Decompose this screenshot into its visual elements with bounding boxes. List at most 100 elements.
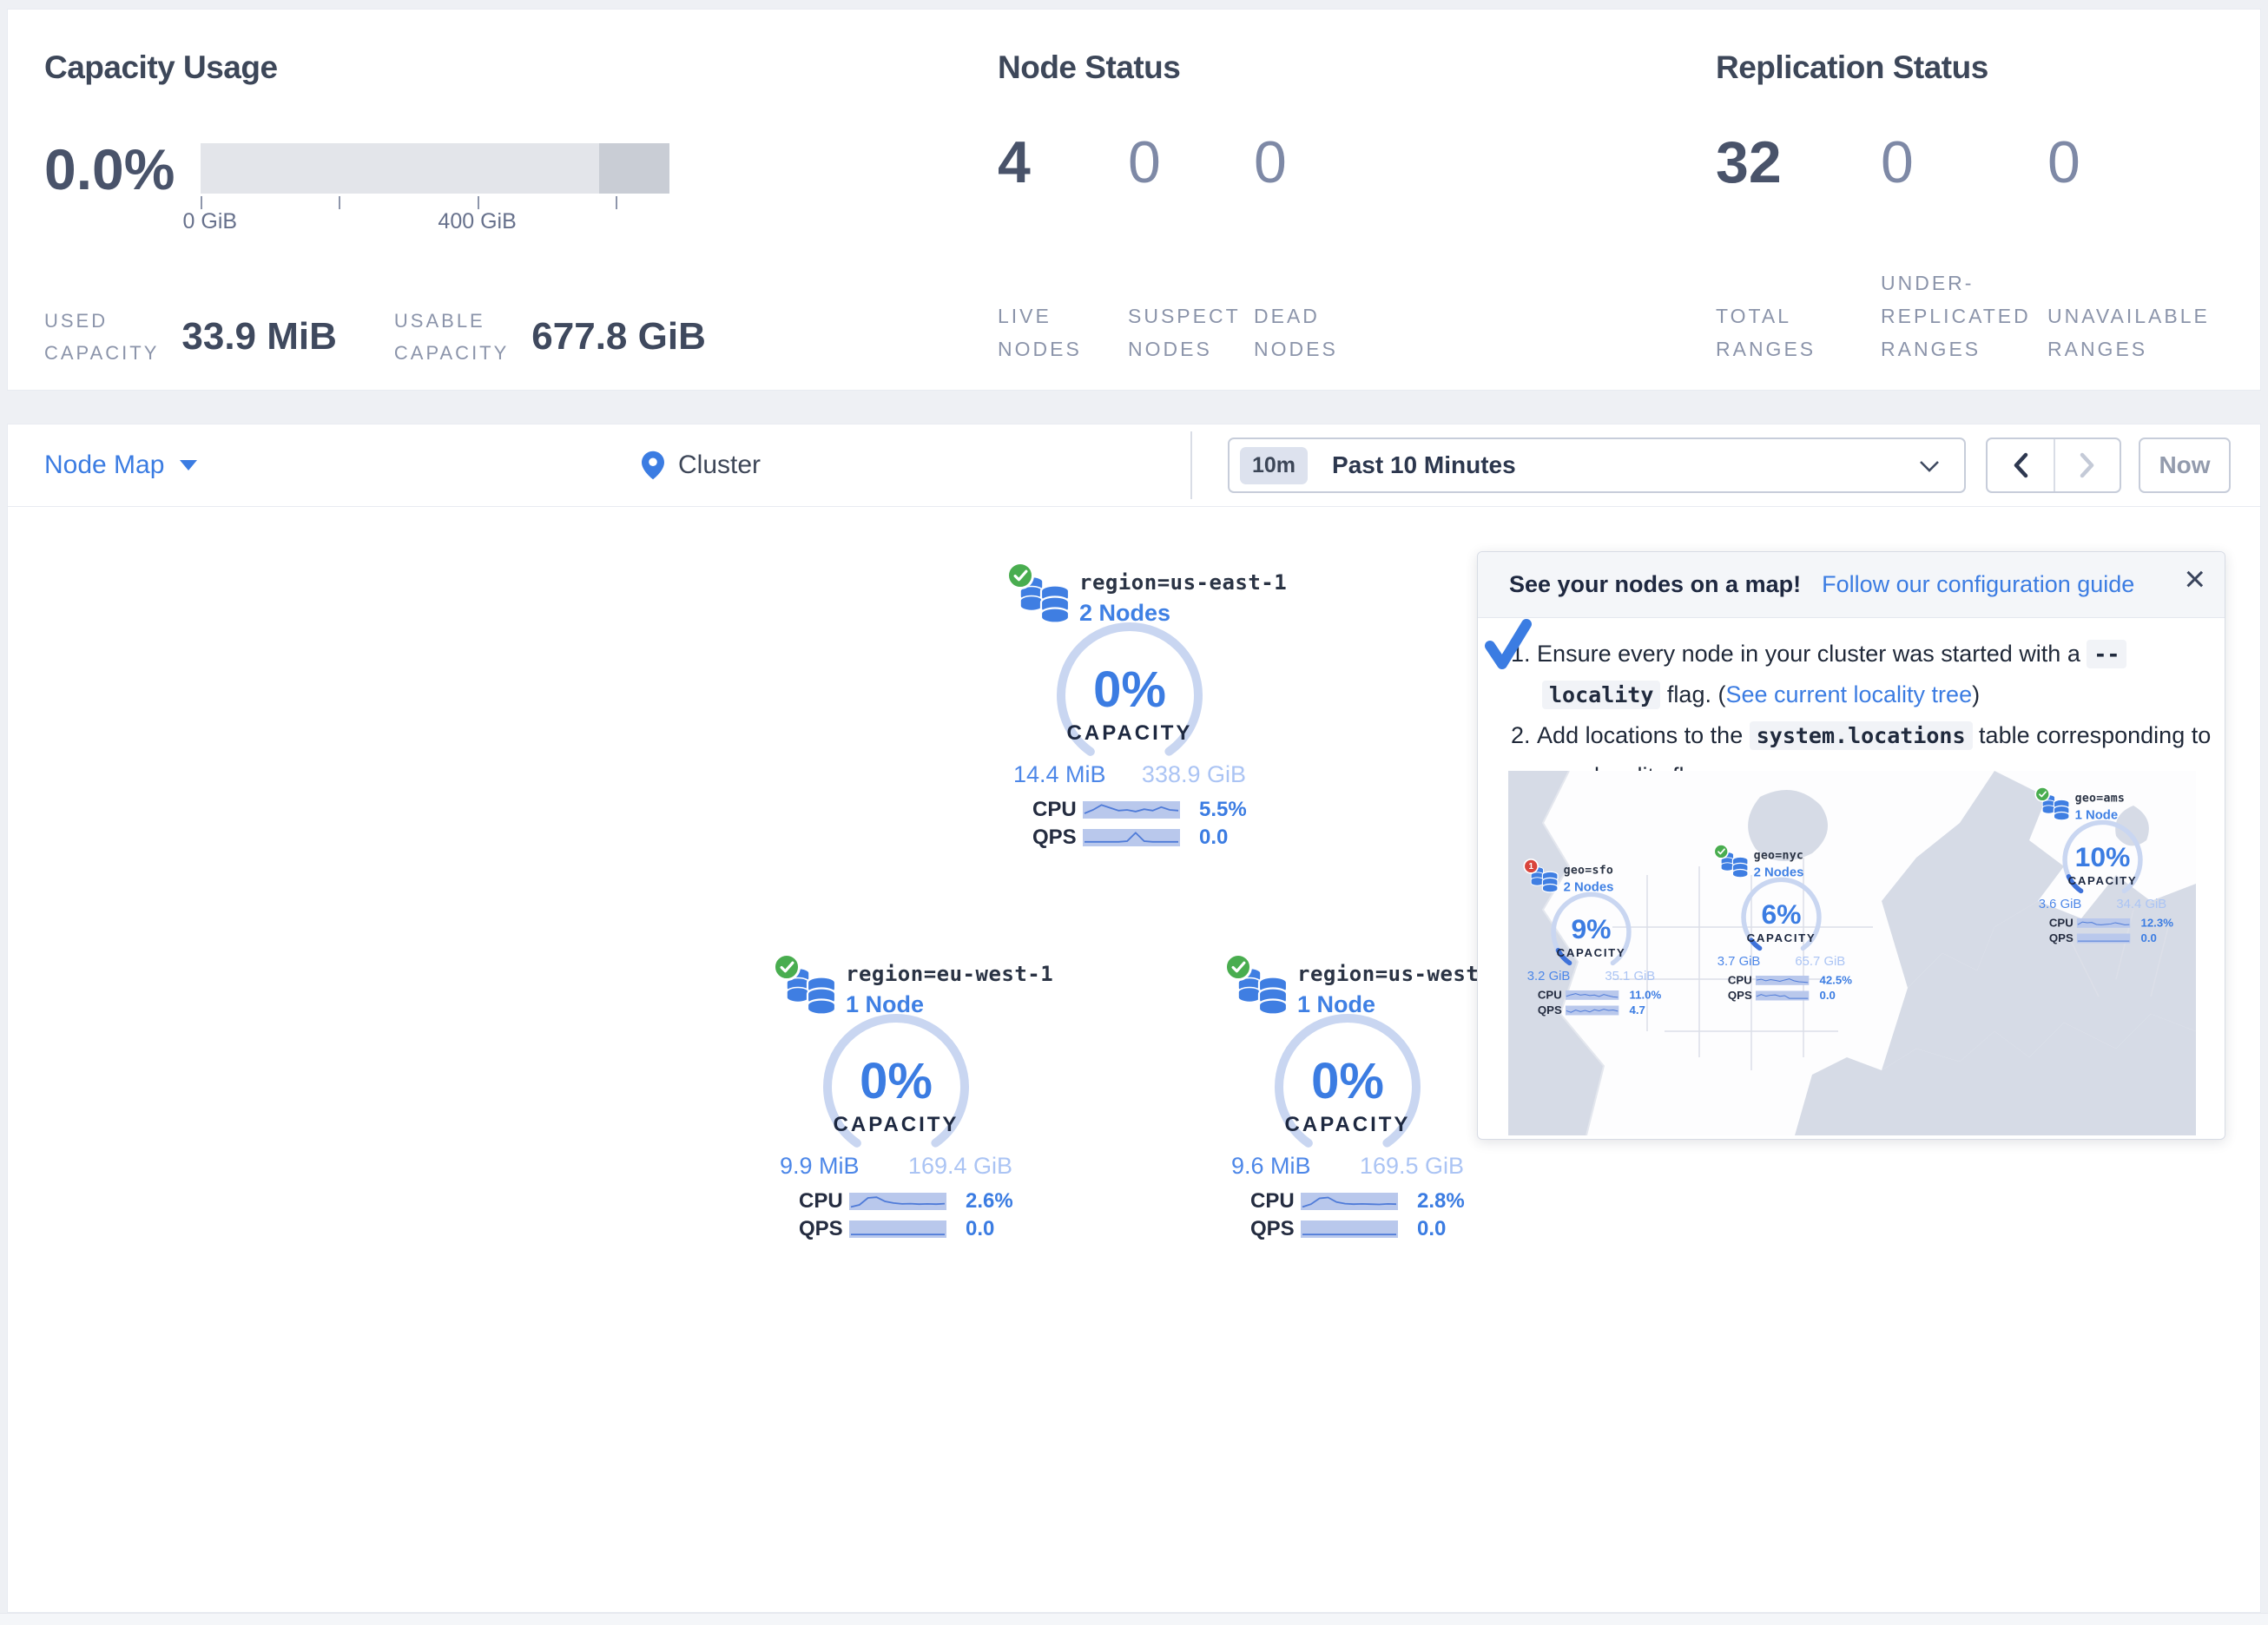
close-icon[interactable]: ×	[2184, 561, 2205, 597]
qps-label: QPS	[1538, 1003, 1566, 1016]
view-toolbar: Node Map Cluster 10m Past 10 Minutes	[7, 424, 2261, 507]
cpu-sparkline	[1301, 1193, 1398, 1210]
usable-capacity-value: 677.8 GiB	[531, 315, 706, 359]
healthy-check-badge	[773, 953, 801, 981]
chevron-left-icon	[2012, 452, 2029, 478]
healthy-check-badge	[2034, 786, 2050, 802]
map-preview: 1 geo=sfo 2 Nodes	[1508, 771, 2196, 1135]
capacity-tick-400: 400 GiB	[438, 209, 516, 234]
cpu-label: CPU	[1538, 989, 1566, 1002]
suspect-nodes-stat: 0 SUSPECTNODES	[1128, 49, 1254, 372]
qps-value: 0.0	[966, 1217, 994, 1241]
total-ranges-stat: 32 TOTALRANGES	[1716, 49, 1881, 372]
popup-header: See your nodes on a map! Follow our conf…	[1478, 552, 2225, 618]
qps-sparkline	[1756, 991, 1810, 1001]
mini-node-group-nyc[interactable]: geo=nyc 2 Nodes 6% CAPACITY 3.7 GiB 65.7…	[1710, 843, 1853, 1005]
used-capacity-value: 33.9 MiB	[181, 315, 337, 359]
region-name: geo=ams	[2075, 792, 2126, 805]
dead-nodes-stat: 0 DEADNODES	[1254, 49, 1393, 372]
healthy-check-badge	[1713, 844, 1729, 859]
capacity-bar-other-segment	[599, 143, 669, 194]
qps-sparkline	[2077, 934, 2131, 944]
footer-strip	[0, 1613, 2268, 1625]
capacity-bar-ticks	[201, 194, 669, 209]
gauge-capacity-label: CAPACITY	[1520, 946, 1663, 959]
view-mode-dropdown[interactable]: Node Map	[44, 424, 197, 506]
total-ranges-value: 32	[1716, 133, 1782, 192]
node-map-setup-popup: See your nodes on a map! Follow our conf…	[1477, 551, 2225, 1140]
live-nodes-value: 4	[998, 133, 1031, 192]
time-range-dropdown[interactable]: 10m Past 10 Minutes	[1228, 438, 1966, 493]
unavailable-ranges-value: 0	[2047, 133, 2080, 192]
next-range-button[interactable]	[2054, 439, 2120, 491]
capacity-usage-section: Capacity Usage 0.0% 0 GiB 400 Gi	[44, 49, 722, 372]
configuration-guide-link[interactable]: Follow our configuration guide	[1822, 571, 2134, 598]
gauge-percent: 0%	[1217, 1052, 1478, 1110]
cpu-sparkline	[1083, 801, 1180, 819]
warning-count-badge: 1	[1523, 859, 1539, 874]
cluster-overview-page: Capacity Usage 0.0% 0 GiB 400 Gi	[0, 0, 2268, 1625]
toolbar-divider	[1190, 431, 1192, 499]
locality-tree-link[interactable]: See current locality tree	[1725, 681, 1972, 707]
capacity-bar-track	[201, 143, 669, 194]
code-locality-flag-2: locality	[1542, 681, 1660, 709]
cpu-value: 42.5%	[1820, 974, 1852, 987]
qps-label: QPS	[799, 1217, 849, 1241]
region-used-capacity: 3.7 GiB	[1717, 954, 1761, 969]
replication-status-section: Replication Status 32 TOTALRANGES 0 UNDE…	[1716, 49, 2254, 372]
cpu-sparkline	[849, 1193, 946, 1210]
node-group-us-west-1[interactable]: region=us-west-1 1 Node 0% CAPACITY 9.6 …	[1217, 951, 1478, 1247]
gauge-capacity-label: CAPACITY	[2031, 874, 2174, 887]
region-total-capacity: 35.1 GiB	[1605, 969, 1655, 984]
mini-node-group-ams[interactable]: geo=ams 1 Node 10% CAPACITY 3.6 GiB 34.4…	[2031, 786, 2174, 948]
unavailable-ranges-stat: 0 UNAVAILABLERANGES	[2047, 49, 2238, 372]
cpu-label: CPU	[1032, 798, 1083, 822]
region-total-capacity: 169.5 GiB	[1360, 1153, 1464, 1180]
code-locality-flag-1: --	[2087, 640, 2126, 668]
region-total-capacity: 65.7 GiB	[1795, 954, 1845, 969]
cpu-sparkline	[2077, 918, 2131, 928]
cpu-value: 5.5%	[1199, 798, 1247, 822]
capacity-usage-title: Capacity Usage	[44, 49, 722, 86]
under-replicated-value: 0	[1881, 133, 1914, 192]
cpu-value: 11.0%	[1630, 989, 1662, 1002]
gauge-percent: 10%	[2031, 841, 2174, 873]
cpu-label: CPU	[2049, 917, 2077, 930]
cluster-summary-bar: Capacity Usage 0.0% 0 GiB 400 Gi	[7, 9, 2261, 391]
gauge-percent: 0%	[766, 1052, 1026, 1110]
completed-check-icon	[1483, 618, 1533, 672]
gauge-capacity-label: CAPACITY	[999, 721, 1260, 746]
region-used-capacity: 3.2 GiB	[1527, 969, 1571, 984]
qps-value: 4.7	[1630, 1003, 1645, 1016]
cpu-sparkline	[1756, 976, 1810, 985]
time-range-arrows	[1986, 438, 2121, 493]
view-mode-label: Node Map	[44, 451, 164, 480]
under-replicated-ranges-stat: 0 UNDER-REPLICATEDRANGES	[1881, 49, 2047, 372]
cpu-label: CPU	[799, 1189, 849, 1214]
qps-sparkline	[1301, 1220, 1398, 1238]
gauge-capacity-label: CAPACITY	[1710, 931, 1853, 944]
dead-nodes-value: 0	[1254, 133, 1287, 192]
prev-range-button[interactable]	[1988, 439, 2054, 491]
chevron-right-icon	[2079, 452, 2096, 478]
region-name: geo=sfo	[1564, 864, 1614, 877]
mini-node-group-sfo[interactable]: 1 geo=sfo 2 Nodes	[1520, 858, 1663, 1020]
popup-title: See your nodes on a map!	[1509, 571, 1801, 598]
qps-value: 0.0	[2141, 931, 2157, 944]
gauge-percent: 9%	[1520, 913, 1663, 945]
time-range-label: Past 10 Minutes	[1332, 451, 1516, 479]
healthy-check-badge	[1224, 953, 1252, 981]
qps-label: QPS	[1728, 989, 1756, 1002]
node-group-us-east-1[interactable]: region=us-east-1 2 Nodes 0% CAPACITY 14.…	[999, 560, 1260, 855]
node-group-eu-west-1[interactable]: region=eu-west-1 1 Node 0% CAPACITY 9.9 …	[766, 951, 1026, 1247]
cpu-sparkline	[1566, 990, 1619, 1000]
gauge-percent: 6%	[1710, 898, 1853, 931]
breadcrumb[interactable]: Cluster	[642, 424, 761, 506]
cpu-value: 2.8%	[1417, 1189, 1465, 1214]
usable-capacity-metric: USABLECAPACITY 677.8 GiB	[394, 305, 706, 369]
region-name: geo=nyc	[1754, 849, 1804, 862]
qps-sparkline	[849, 1220, 946, 1238]
qps-sparkline	[1566, 1006, 1619, 1016]
now-button[interactable]: Now	[2139, 438, 2231, 493]
region-total-capacity: 169.4 GiB	[908, 1153, 1012, 1180]
